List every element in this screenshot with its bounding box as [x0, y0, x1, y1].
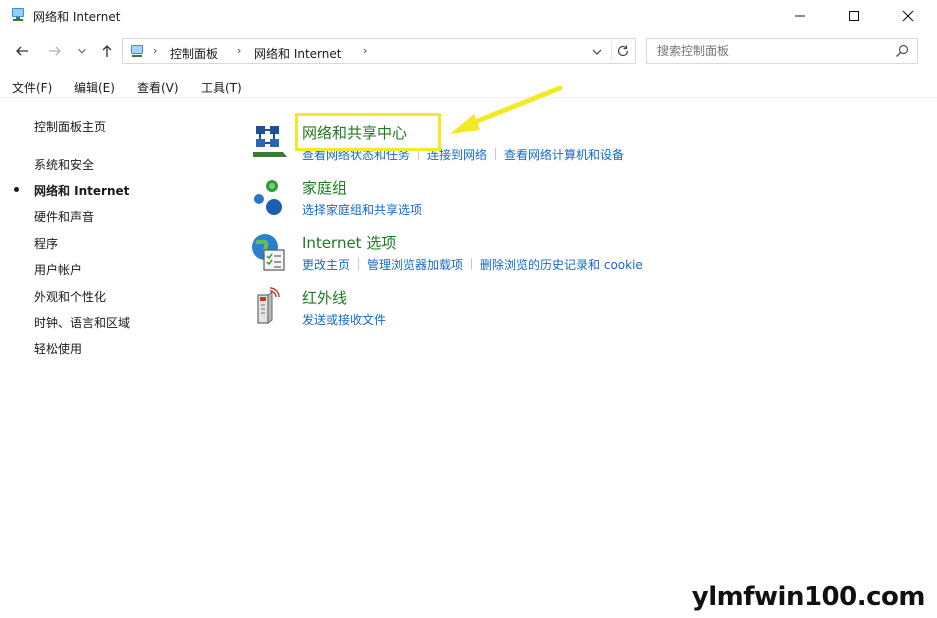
minimize-icon — [795, 15, 805, 16]
sidebar-item-programs[interactable]: 程序 — [34, 235, 58, 252]
arrow-right-icon — [49, 46, 61, 56]
sidebar-item-network-internet[interactable]: 网络和 Internet — [34, 182, 129, 199]
arrow-left-icon — [16, 46, 28, 56]
link-divider — [495, 148, 497, 160]
link-manage-addons[interactable]: 管理浏览器加载项 — [367, 258, 463, 272]
control-panel-icon — [129, 43, 145, 59]
close-icon — [902, 10, 914, 21]
category-internet-options: Internet 选项 更改主页 管理浏览器加载项 删除浏览的历史记录和 cooki… — [250, 232, 910, 280]
chevron-down-icon — [592, 49, 602, 55]
minimize-button[interactable] — [777, 0, 823, 31]
breadcrumb-separator: › — [153, 44, 158, 57]
menu-tools[interactable]: 工具(T) — [201, 79, 242, 96]
link-view-network-devices[interactable]: 查看网络计算机和设备 — [504, 148, 624, 162]
link-divider — [471, 258, 473, 270]
forward-button[interactable] — [46, 42, 64, 60]
category-title[interactable]: 家庭组 — [302, 177, 347, 198]
link-divider — [358, 258, 360, 270]
breadcrumb-network-internet[interactable]: 网络和 Internet — [254, 45, 341, 62]
up-button[interactable] — [98, 42, 116, 60]
maximize-button[interactable] — [831, 0, 877, 31]
refresh-icon — [617, 45, 628, 57]
link-send-receive-files[interactable]: 发送或接收文件 — [302, 313, 386, 327]
sidebar-item-control-panel-home[interactable]: 控制面板主页 — [34, 118, 106, 135]
watermark: ylmfwin100.com — [691, 582, 926, 612]
link-change-home-page[interactable]: 更改主页 — [302, 258, 350, 272]
breadcrumb-control-panel[interactable]: 控制面板 — [170, 45, 218, 62]
category-title[interactable]: 红外线 — [302, 287, 347, 308]
address-dropdown-button[interactable] — [589, 44, 605, 60]
internet-options-icon — [250, 232, 290, 272]
category-infrared: 红外线 发送或接收文件 — [250, 287, 910, 335]
close-button[interactable] — [885, 0, 931, 31]
menu-edit[interactable]: 编辑(E) — [74, 79, 115, 96]
homegroup-icon — [250, 177, 290, 217]
maximize-icon — [849, 10, 859, 21]
sidebar-item-hardware-sound[interactable]: 硬件和声音 — [34, 208, 94, 225]
infrared-icon — [250, 287, 290, 327]
network-sharing-center-icon — [250, 122, 290, 162]
window-title: 网络和 Internet — [33, 10, 121, 24]
category-title[interactable]: Internet 选项 — [302, 232, 396, 253]
current-item-bullet — [14, 187, 19, 192]
arrow-up-icon — [102, 45, 112, 57]
sidebar-item-user-accounts[interactable]: 用户帐户 — [34, 261, 82, 278]
navigation-bar: › 控制面板 › 网络和 Internet › — [0, 34, 937, 68]
recent-locations-button[interactable] — [76, 42, 88, 60]
category-links: 发送或接收文件 — [302, 311, 386, 329]
chevron-down-icon — [78, 48, 86, 54]
highlight-box — [295, 113, 441, 151]
sidebar-item-appearance[interactable]: 外观和个性化 — [34, 288, 106, 305]
category-links: 更改主页 管理浏览器加载项 删除浏览的历史记录和 cookie — [302, 256, 643, 274]
category-links: 选择家庭组和共享选项 — [302, 201, 422, 219]
refresh-button[interactable] — [611, 41, 633, 61]
breadcrumb-separator: › — [237, 44, 242, 57]
sidebar-item-clock-language-region[interactable]: 时钟、语言和区域 — [34, 314, 130, 331]
search-icon[interactable] — [895, 44, 909, 58]
network-icon — [10, 7, 26, 23]
menu-file[interactable]: 文件(F) — [12, 79, 52, 96]
sidebar-item-ease-of-access[interactable]: 轻松使用 — [34, 340, 82, 357]
link-delete-browsing-history[interactable]: 删除浏览的历史记录和 cookie — [480, 258, 643, 272]
sidebar-item-system-security[interactable]: 系统和安全 — [34, 156, 94, 173]
back-button[interactable] — [13, 42, 31, 60]
title-bar: 网络和 Internet — [0, 0, 937, 31]
address-bar[interactable]: › 控制面板 › 网络和 Internet › — [122, 38, 636, 64]
menu-view[interactable]: 查看(V) — [137, 79, 179, 96]
link-homegroup-sharing-options[interactable]: 选择家庭组和共享选项 — [302, 203, 422, 217]
annotation-arrow-icon — [450, 85, 563, 134]
category-homegroup: 家庭组 选择家庭组和共享选项 — [250, 177, 910, 225]
breadcrumb-separator: › — [363, 44, 368, 57]
search-input[interactable] — [647, 39, 887, 63]
search-box[interactable] — [646, 38, 918, 64]
